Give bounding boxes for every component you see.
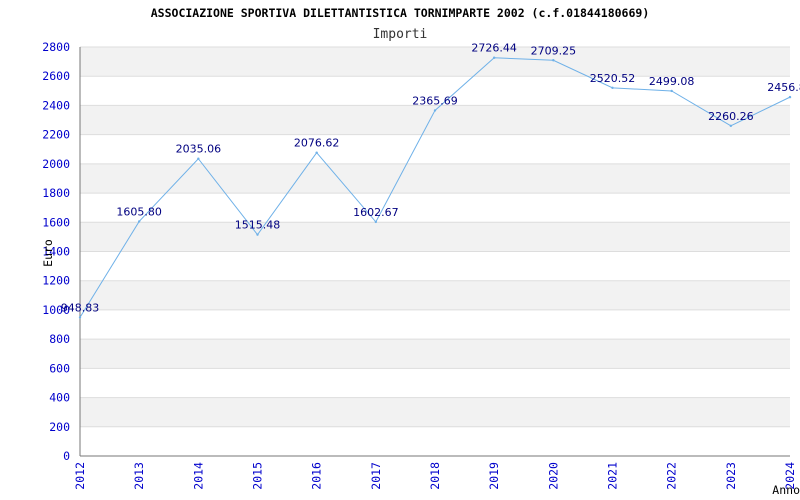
x-axis-label: Anno [772, 483, 800, 497]
x-tick-label: 2020 [546, 462, 560, 490]
y-tick-label: 2400 [42, 98, 70, 112]
data-point [729, 124, 733, 128]
grid-band [80, 47, 790, 77]
data-point [374, 220, 378, 224]
y-tick-label: 1600 [42, 215, 70, 229]
data-point [788, 95, 792, 99]
data-label: 2076.62 [294, 137, 340, 150]
data-point [197, 157, 200, 160]
data-point [552, 59, 555, 62]
data-label: 1605.80 [116, 205, 162, 218]
y-tick-label: 600 [49, 361, 70, 375]
grid-band [80, 280, 790, 310]
x-tick-label: 2016 [310, 462, 324, 490]
data-label: 2035.06 [176, 143, 222, 156]
x-tick-label: 2012 [73, 462, 87, 490]
y-tick-label: 800 [49, 332, 70, 346]
y-tick-label: 200 [49, 420, 70, 434]
grid-band [80, 222, 790, 252]
x-tick-label: 2017 [369, 462, 383, 490]
grid-band [80, 339, 790, 369]
data-point [256, 233, 259, 236]
grid-band [80, 397, 790, 427]
data-label: 2260.26 [708, 110, 754, 123]
y-tick-label: 400 [49, 391, 70, 405]
x-tick-label: 2018 [428, 462, 442, 490]
grid-band [80, 163, 790, 194]
x-tick-label: 2022 [665, 462, 679, 490]
data-label: 2499.08 [649, 75, 695, 88]
data-label: 948.83 [61, 301, 100, 314]
y-tick-label: 1800 [42, 186, 70, 200]
y-tick-label: 1200 [42, 274, 70, 288]
data-label: 2456.86 [767, 81, 800, 94]
data-point [137, 220, 141, 223]
data-label: 2709.25 [531, 44, 577, 57]
data-label: 1602.67 [353, 206, 399, 219]
data-point [315, 151, 318, 154]
data-point [492, 56, 496, 59]
data-point [78, 316, 82, 319]
y-tick-label: 2000 [42, 157, 70, 171]
data-label: 2365.69 [412, 94, 458, 107]
x-tick-label: 2021 [606, 462, 620, 490]
y-axis-label: Euro [41, 239, 55, 267]
x-tick-label: 2019 [487, 462, 501, 490]
line-chart: 0200400600800100012001400160018002000220… [41, 6, 800, 497]
x-tick-label: 2013 [132, 462, 146, 490]
data-label: 2520.52 [590, 72, 636, 85]
x-tick-label: 2015 [251, 462, 265, 490]
data-point [433, 109, 437, 112]
x-tick-label: 2014 [191, 462, 205, 490]
x-tick-labels: 2012 2013 2014 2015 2016 2017 2018 2019 2020 2021… [73, 462, 797, 490]
chart-title: ASSOCIAZIONE SPORTIVA DILETTANTISTICA TO… [151, 6, 650, 20]
data-label: 1515.48 [235, 219, 281, 232]
x-tick-label: 2023 [724, 462, 738, 490]
data-point [670, 89, 673, 93]
data-point [611, 86, 614, 90]
y-tick-label: 2200 [42, 128, 70, 142]
y-tick-label: 2600 [42, 69, 70, 83]
y-tick-label: 0 [63, 449, 70, 463]
chart-subtitle: Importi [373, 27, 428, 42]
y-tick-label: 2800 [42, 40, 70, 54]
data-label: 2726.44 [471, 42, 517, 55]
